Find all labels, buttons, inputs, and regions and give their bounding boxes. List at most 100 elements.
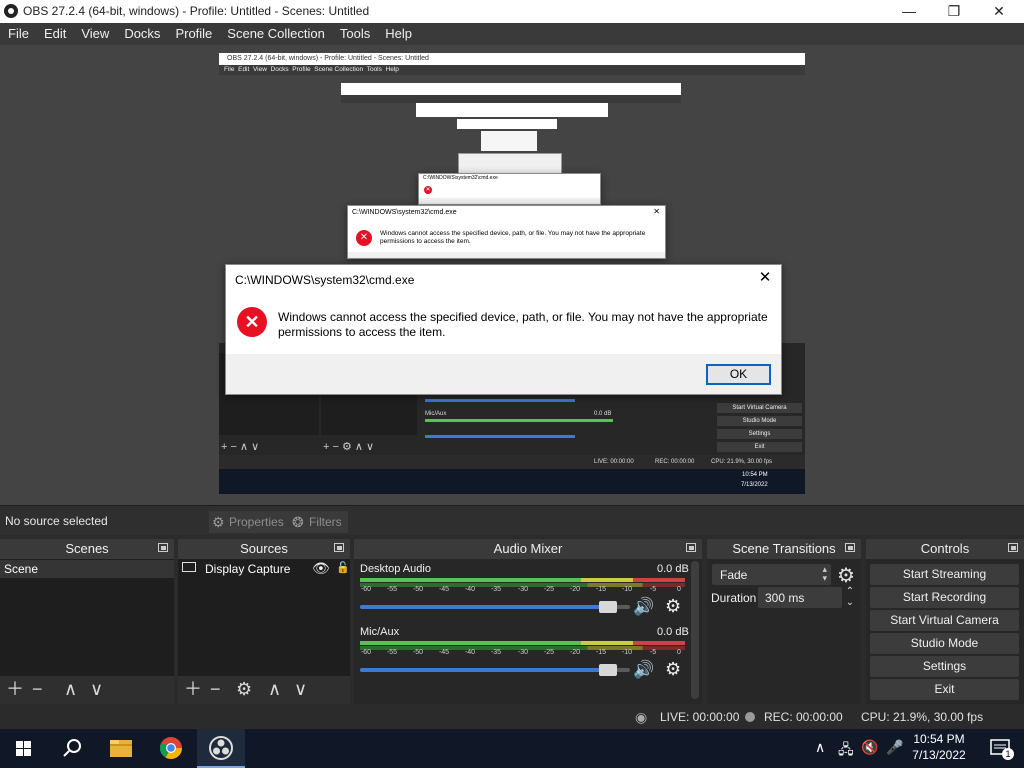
- error-dialog: C:\WINDOWS\system32\cmd.exe ✕ ✕ Windows …: [225, 264, 782, 395]
- chrome-icon: [160, 737, 182, 759]
- eye-icon[interactable]: 👁: [312, 560, 330, 577]
- menu-bar: File Edit View Docks Profile Scene Collection…: [0, 23, 1024, 45]
- move-up-icon[interactable]: ∧: [268, 680, 281, 698]
- scenes-dock: Scenes Scene ＋ − ∧ ∨: [0, 539, 174, 704]
- gear-icon[interactable]: ⚙: [665, 659, 681, 680]
- start-streaming-button[interactable]: Start Streaming: [870, 564, 1019, 585]
- minimize-button[interactable]: —: [886, 0, 932, 23]
- chevron-updown-icon: ▴ ▾: [822, 564, 827, 583]
- gear-icon[interactable]: ⚙: [665, 596, 681, 617]
- meter-tick-label: -30: [517, 586, 529, 593]
- source-label: Display Capture: [205, 562, 291, 576]
- scenes-list[interactable]: Scene: [0, 559, 174, 676]
- notifications-button[interactable]: 1: [981, 729, 1024, 768]
- desktop-audio-volume-slider[interactable]: [360, 601, 630, 613]
- meter-tick-label: -35: [490, 649, 502, 656]
- obs-taskbar-button[interactable]: [197, 729, 245, 768]
- move-down-icon[interactable]: ∨: [90, 680, 103, 698]
- notification-icon: [990, 739, 1010, 755]
- chrome-button[interactable]: [147, 729, 195, 768]
- mixer-scrollbar[interactable]: [691, 561, 699, 699]
- menu-tools[interactable]: Tools: [332, 23, 377, 45]
- add-source-icon[interactable]: ＋: [184, 680, 202, 698]
- search-button[interactable]: [48, 729, 96, 768]
- undock-icon[interactable]: [686, 543, 696, 552]
- scenes-header: Scenes: [0, 539, 174, 559]
- meter-tick-label: -50: [412, 586, 424, 593]
- meter-tick-label: -20: [569, 586, 581, 593]
- nested-menu: [341, 95, 681, 103]
- menu-scene-collection[interactable]: Scene Collection: [219, 23, 332, 45]
- undock-icon[interactable]: [845, 543, 855, 552]
- settings-button[interactable]: Settings: [870, 656, 1019, 677]
- source-item[interactable]: Display Capture 👁 🔓: [178, 560, 350, 578]
- menu-file[interactable]: File: [0, 23, 36, 45]
- desktop-audio-meter: [360, 578, 685, 582]
- add-scene-icon[interactable]: ＋: [6, 680, 24, 698]
- search-icon: [63, 739, 81, 757]
- transitions-header: Scene Transitions: [707, 539, 861, 559]
- speaker-muted-icon[interactable]: 🔇: [861, 739, 878, 756]
- speaker-icon[interactable]: 🔊: [633, 597, 654, 617]
- undock-icon[interactable]: [158, 543, 168, 552]
- remove-source-icon[interactable]: −: [210, 680, 221, 698]
- clock[interactable]: 10:54 PM 7/13/2022: [900, 729, 978, 768]
- inner-menu: File Edit View Docks Profile Scene Colle…: [219, 65, 805, 75]
- inner-volume-top: [425, 399, 575, 402]
- dialog-close-button[interactable]: ✕: [755, 268, 775, 288]
- volume-knob[interactable]: [599, 601, 617, 613]
- duration-stepper[interactable]: ⌃ ⌄: [843, 586, 857, 608]
- transition-gear-icon[interactable]: ⚙: [837, 563, 855, 588]
- scenes-toolbar: ＋ − ∧ ∨: [0, 676, 174, 704]
- menu-docks[interactable]: Docks: [116, 23, 167, 45]
- transition-select[interactable]: Fade ▴ ▾: [712, 564, 831, 585]
- meter-tick-label: -15: [595, 586, 607, 593]
- meter-tick-label: -10: [621, 649, 633, 656]
- exit-button[interactable]: Exit: [870, 679, 1019, 700]
- start-recording-button[interactable]: Start Recording: [870, 587, 1019, 608]
- nested-dialog-medium: C:\WINDOWS\system32\cmd.exe ✕ ✕ Windows …: [347, 205, 666, 259]
- maximize-button[interactable]: ❐: [931, 0, 977, 23]
- nested-dialog-tiny: [458, 153, 562, 175]
- inner-btn-virtual-camera: Start Virtual Camera: [717, 403, 802, 413]
- meter-tick-label: -55: [386, 586, 398, 593]
- scene-item[interactable]: Scene: [0, 560, 174, 578]
- menu-help[interactable]: Help: [377, 23, 419, 45]
- sources-list[interactable]: Display Capture 👁 🔓: [178, 559, 350, 676]
- meter-tick-label: -25: [543, 649, 555, 656]
- move-down-icon[interactable]: ∨: [294, 680, 307, 698]
- volume-knob[interactable]: [599, 664, 617, 676]
- mic-aux-volume-slider[interactable]: [360, 664, 630, 676]
- remove-scene-icon[interactable]: −: [32, 680, 43, 698]
- meter-tick-label: -20: [569, 649, 581, 656]
- no-source-label: No source selected: [5, 514, 108, 528]
- menu-profile[interactable]: Profile: [167, 23, 219, 45]
- meter-tick-label: -55: [386, 649, 398, 656]
- undock-icon[interactable]: [1008, 543, 1018, 552]
- menu-view[interactable]: View: [73, 23, 116, 45]
- source-settings-icon[interactable]: ⚙: [236, 680, 252, 698]
- clock-date: 7/13/2022: [912, 748, 966, 762]
- close-button[interactable]: ✕: [976, 0, 1022, 23]
- chevron-up-icon[interactable]: ∧: [815, 739, 825, 756]
- nested-window-4: [481, 131, 537, 151]
- lock-icon[interactable]: 🔓: [336, 561, 350, 574]
- network-icon[interactable]: 🖧: [838, 739, 854, 763]
- inner-mic-label: Mic/Aux: [425, 411, 447, 417]
- start-button[interactable]: [0, 729, 48, 768]
- ok-button[interactable]: OK: [706, 364, 771, 385]
- inner-title: OBS 27.2.4 (64-bit, windows) - Profile: …: [219, 53, 805, 65]
- filters-button[interactable]: ❂ Filters: [289, 511, 348, 533]
- mic-aux-label: Mic/Aux: [360, 626, 400, 638]
- start-virtual-camera-button[interactable]: Start Virtual Camera: [870, 610, 1019, 631]
- file-explorer-button[interactable]: [97, 729, 145, 768]
- move-up-icon[interactable]: ∧: [64, 680, 77, 698]
- meter-tick-label: -40: [464, 649, 476, 656]
- studio-mode-button[interactable]: Studio Mode: [870, 633, 1019, 654]
- menu-edit[interactable]: Edit: [36, 23, 73, 45]
- undock-icon[interactable]: [334, 543, 344, 552]
- notification-count: 1: [1002, 748, 1014, 760]
- properties-button[interactable]: ⚙ Properties: [209, 511, 290, 533]
- duration-input[interactable]: 300 ms: [758, 587, 842, 608]
- speaker-icon[interactable]: 🔊: [633, 660, 654, 680]
